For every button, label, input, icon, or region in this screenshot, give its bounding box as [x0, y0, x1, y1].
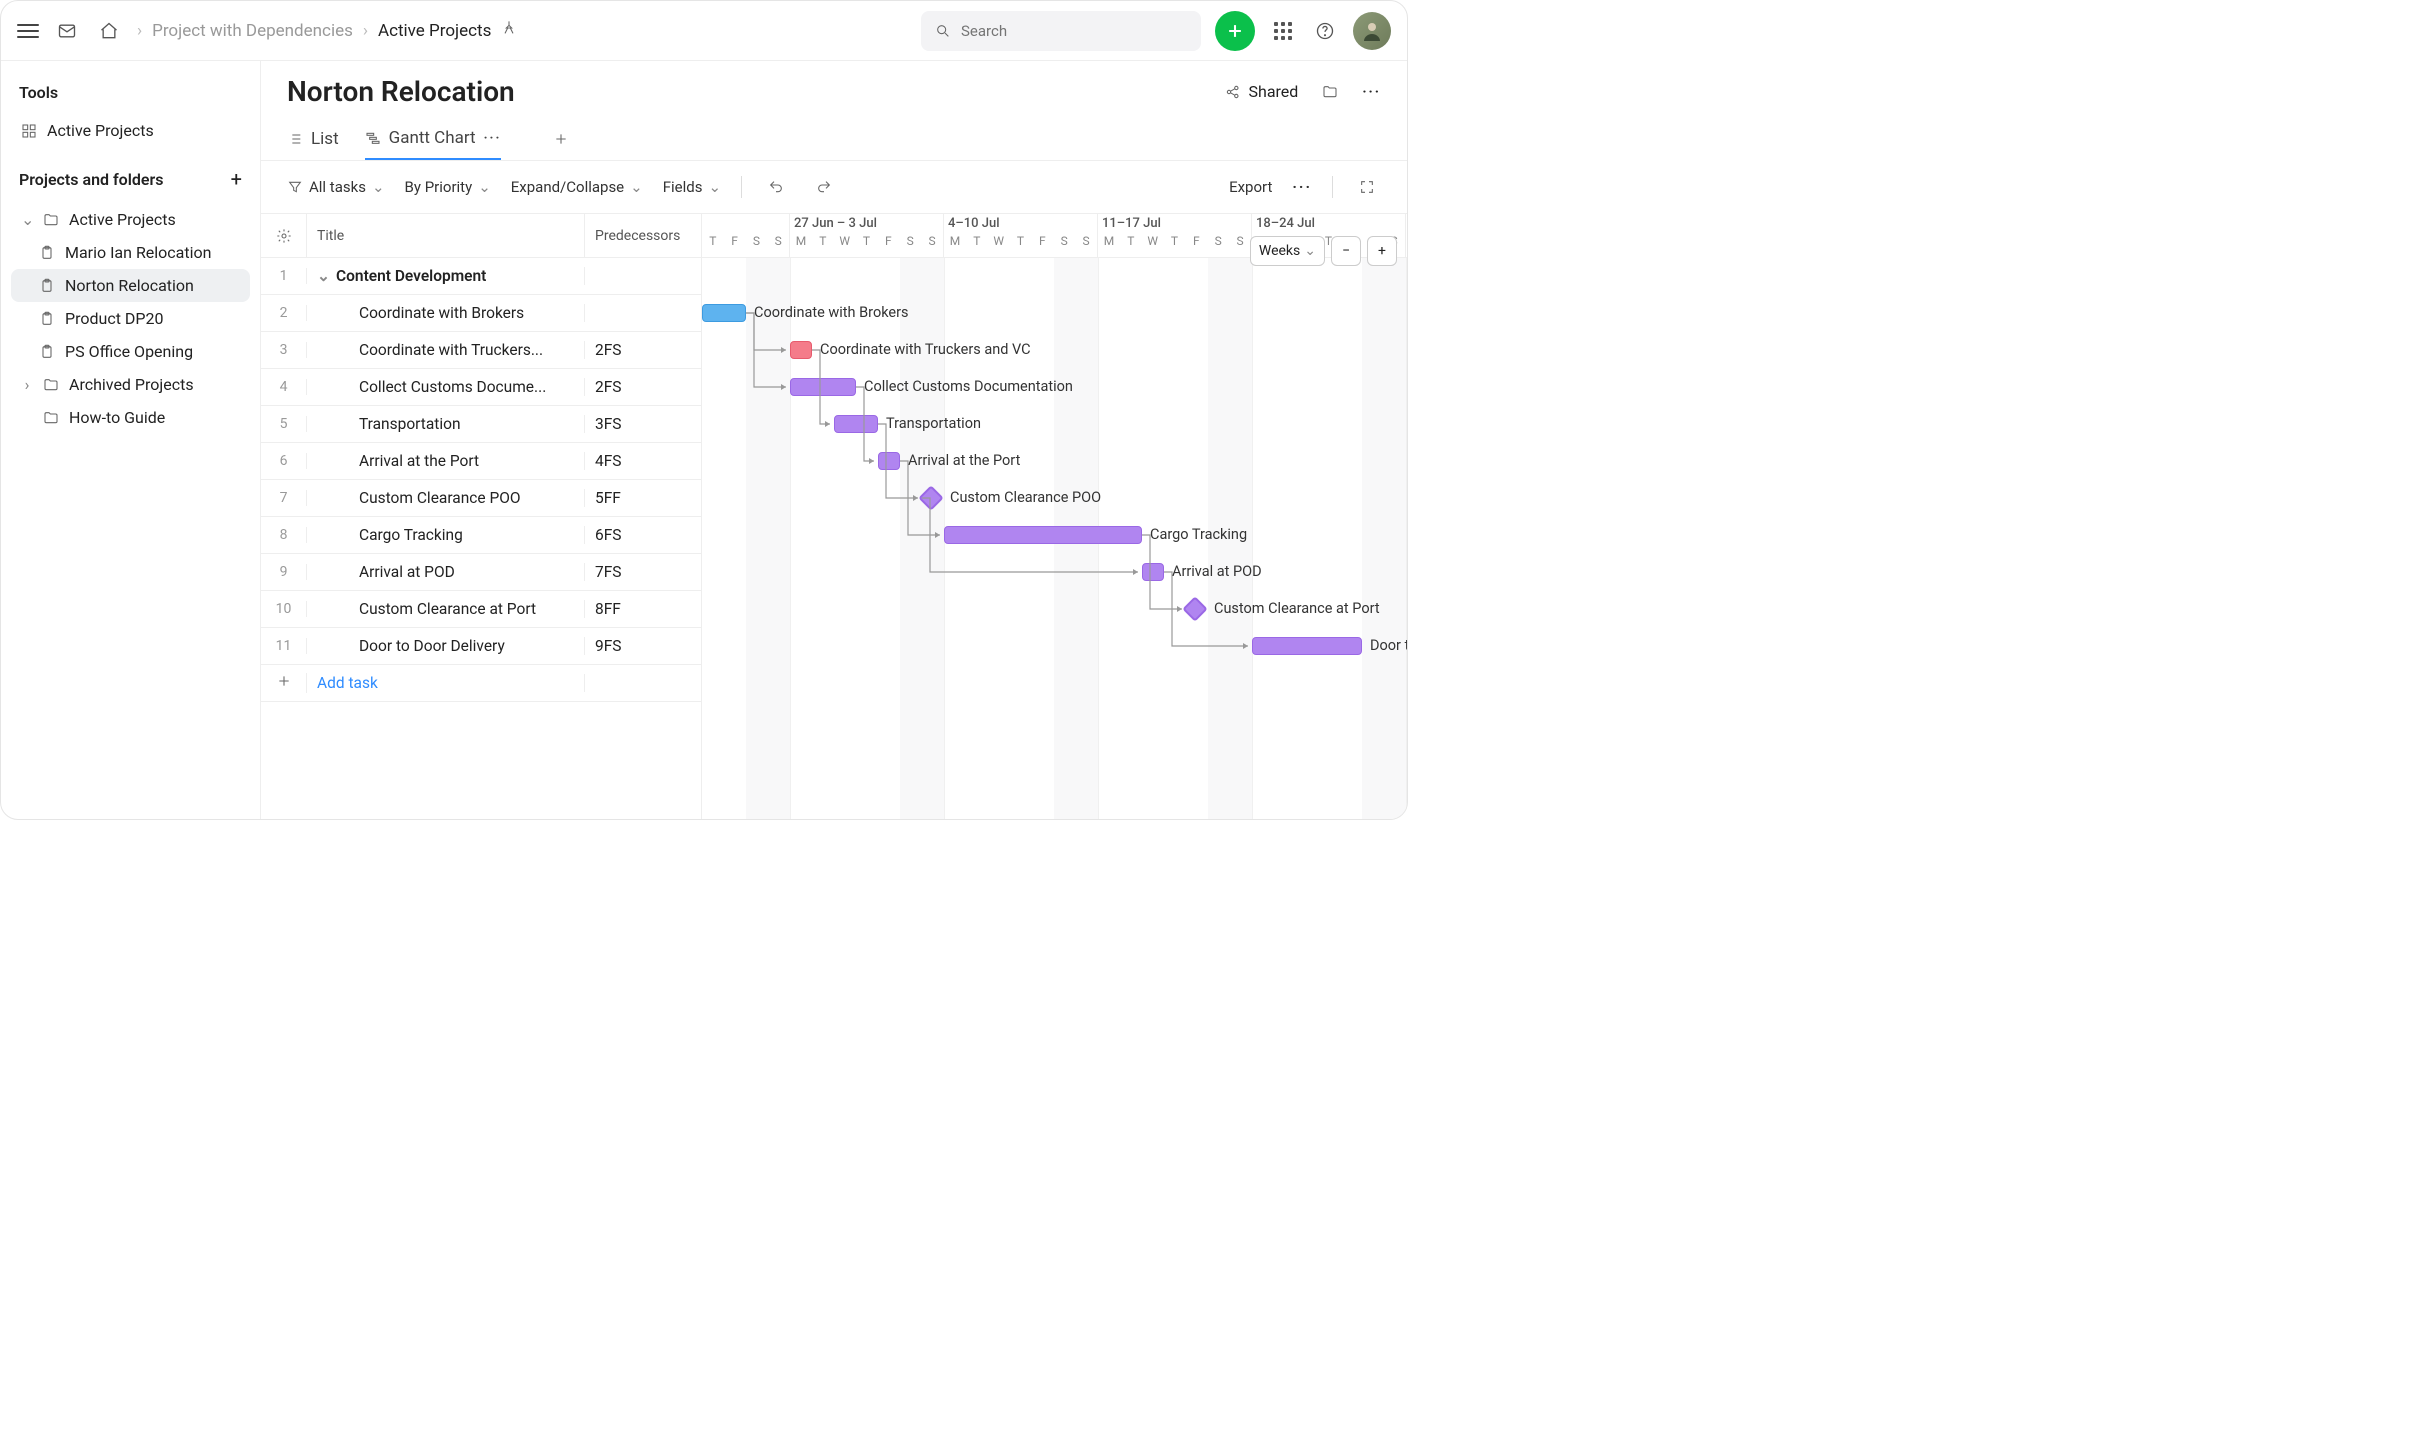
sidebar-tool-active-projects[interactable]: Active Projects — [11, 114, 250, 147]
gantt-bar[interactable] — [790, 341, 812, 359]
avatar[interactable] — [1353, 12, 1391, 50]
zoom-in-button[interactable]: + — [1367, 236, 1397, 266]
gantt-bar-label: Transportation — [886, 415, 981, 432]
gantt-bar[interactable] — [834, 415, 878, 433]
gantt-bar-label: Custom Clearance POO — [950, 489, 1101, 506]
menu-icon[interactable] — [17, 24, 39, 38]
list-icon — [287, 131, 303, 147]
folder-icon — [43, 212, 59, 228]
table-row[interactable]: 11 Door to Door Delivery 9FS — [261, 628, 701, 665]
folder-icon — [43, 377, 59, 393]
table-row[interactable]: 4 Collect Customs Docume... 2FS — [261, 369, 701, 406]
tab-list[interactable]: List — [287, 119, 339, 159]
gantt-bar-label: Arrival at the Port — [908, 452, 1020, 469]
add-task-button[interactable]: Add task — [307, 674, 585, 692]
settings-column-icon[interactable] — [261, 214, 307, 257]
sidebar-folder-howto[interactable]: › How-to Guide — [11, 401, 250, 434]
redo-icon[interactable] — [810, 173, 838, 201]
filter-icon — [287, 179, 303, 195]
table-row[interactable]: 5 Transportation 3FS — [261, 406, 701, 443]
breadcrumb-item[interactable]: Project with Dependencies — [152, 21, 353, 41]
share-button[interactable]: Shared — [1225, 82, 1299, 101]
add-tab-icon[interactable] — [547, 125, 575, 153]
sidebar-project-item[interactable]: Mario Ian Relocation — [11, 236, 250, 269]
share-icon — [1225, 84, 1241, 100]
add-button[interactable] — [1215, 11, 1255, 51]
table-row[interactable]: 3 Coordinate with Truckers... 2FS — [261, 332, 701, 369]
tab-gantt[interactable]: Gantt Chart ··· — [365, 118, 502, 160]
expand-collapse[interactable]: Expand/Collapse⌄ — [511, 178, 643, 196]
table-row[interactable]: 7 Custom Clearance POO 5FF — [261, 480, 701, 517]
search-input[interactable] — [921, 11, 1201, 51]
gantt-bar-label: Door to Door Delivery — [1370, 637, 1407, 654]
folder-outline-icon — [43, 410, 59, 426]
sidebar-project-item[interactable]: Norton Relocation — [11, 269, 250, 302]
sidebar-folder-active[interactable]: ⌄ Active Projects — [11, 203, 250, 236]
undo-icon[interactable] — [762, 173, 790, 201]
gantt-bar-label: Collect Customs Documentation — [864, 378, 1073, 395]
sort-priority[interactable]: By Priority⌄ — [405, 178, 491, 196]
gantt-milestone[interactable] — [1182, 596, 1207, 621]
column-title[interactable]: Title — [307, 214, 585, 257]
gantt-bar[interactable] — [1142, 563, 1164, 581]
table-row[interactable]: 10 Custom Clearance at Port 8FF — [261, 591, 701, 628]
sidebar-section-tools: Tools — [19, 83, 242, 102]
grid-icon — [21, 123, 37, 139]
folder-move-icon[interactable] — [1316, 78, 1344, 106]
gantt-bar[interactable] — [878, 452, 900, 470]
zoom-out-button[interactable]: − — [1331, 236, 1361, 266]
more-icon[interactable]: ··· — [1362, 84, 1381, 100]
export-button[interactable]: Export — [1229, 178, 1272, 196]
pin-icon[interactable] — [501, 20, 517, 41]
breadcrumb-item[interactable]: Active Projects — [378, 21, 491, 41]
apps-icon[interactable] — [1269, 17, 1297, 45]
add-folder-icon[interactable]: + — [231, 167, 242, 191]
clipboard-icon — [39, 311, 55, 327]
gantt-bar[interactable] — [702, 304, 746, 322]
toolbar-more-icon[interactable]: ··· — [1292, 178, 1312, 196]
column-predecessors[interactable]: Predecessors — [585, 214, 701, 257]
gantt-bar-label: Cargo Tracking — [1150, 526, 1247, 543]
home-icon[interactable] — [95, 17, 123, 45]
gantt-bar-label: Coordinate with Brokers — [754, 304, 909, 321]
gantt-bar-label: Custom Clearance at Port — [1214, 600, 1380, 617]
page-title: Norton Relocation — [287, 75, 1207, 108]
sidebar-folder-archived[interactable]: › Archived Projects — [11, 368, 250, 401]
filter-all-tasks[interactable]: All tasks⌄ — [287, 178, 385, 196]
gantt-bar-label: Arrival at POD — [1172, 563, 1262, 580]
help-icon[interactable] — [1311, 17, 1339, 45]
fullscreen-icon[interactable] — [1353, 173, 1381, 201]
table-row[interactable]: 6 Arrival at the Port 4FS — [261, 443, 701, 480]
tab-more-icon[interactable]: ··· — [484, 131, 502, 146]
sidebar-project-item[interactable]: Product DP20 — [11, 302, 250, 335]
clipboard-icon — [39, 278, 55, 294]
table-row[interactable]: 8 Cargo Tracking 6FS — [261, 517, 701, 554]
table-row[interactable]: 1 ⌄Content Development — [261, 258, 701, 295]
clipboard-icon — [39, 245, 55, 261]
search-icon — [935, 23, 951, 39]
gantt-bar[interactable] — [790, 378, 856, 396]
table-row[interactable]: 9 Arrival at POD 7FS — [261, 554, 701, 591]
inbox-icon[interactable] — [53, 17, 81, 45]
add-task-icon[interactable] — [261, 673, 307, 693]
sidebar-project-item[interactable]: PS Office Opening — [11, 335, 250, 368]
sidebar-section-projects: Projects and folders + — [19, 167, 242, 191]
gantt-bar-label: Coordinate with Truckers and VC — [820, 341, 1031, 358]
table-row[interactable]: 2 Coordinate with Brokers — [261, 295, 701, 332]
gantt-bar[interactable] — [944, 526, 1142, 544]
gantt-icon — [365, 130, 381, 146]
gantt-bar[interactable] — [1252, 637, 1362, 655]
fields-menu[interactable]: Fields⌄ — [663, 178, 721, 196]
clipboard-icon — [39, 344, 55, 360]
zoom-scale-select[interactable]: Weeks⌄ — [1250, 236, 1325, 266]
